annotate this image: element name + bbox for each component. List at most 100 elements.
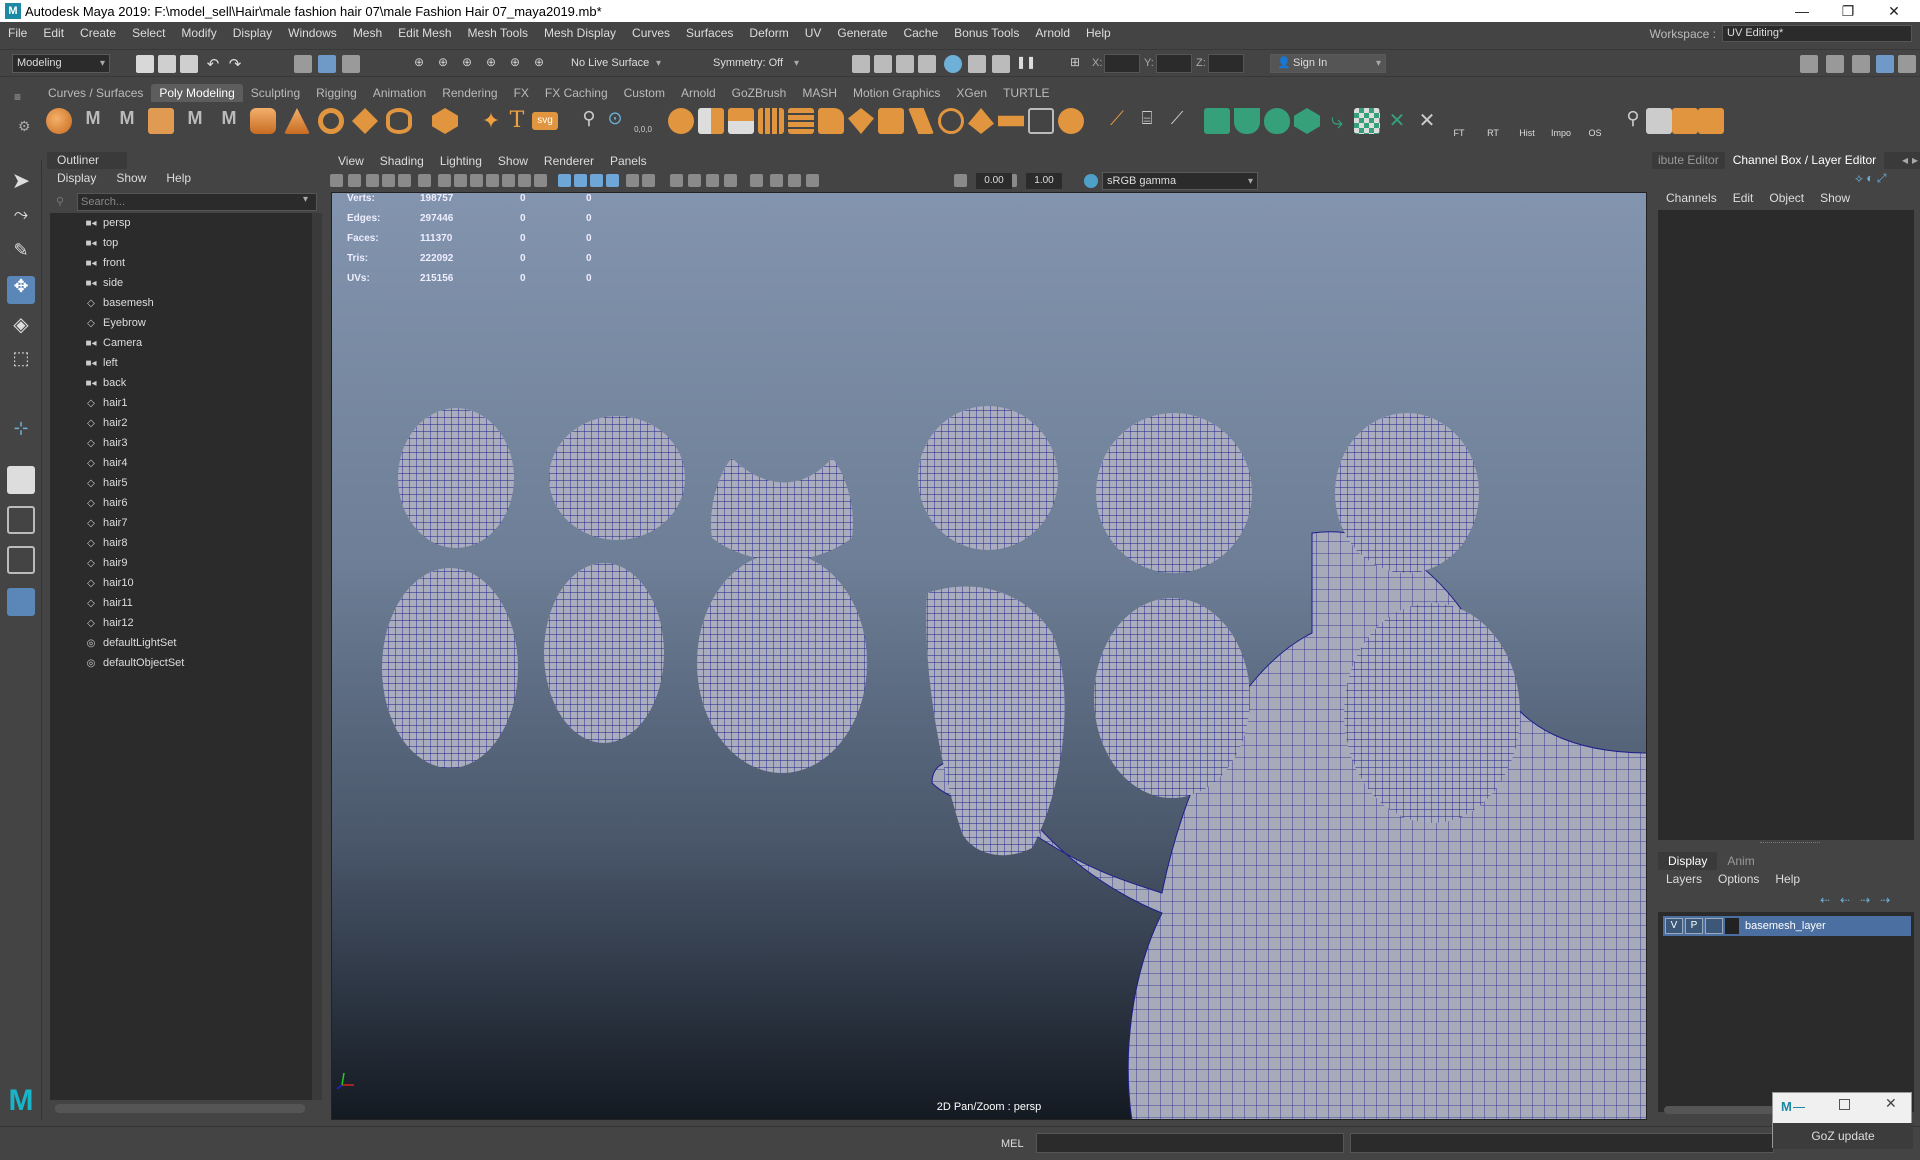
film-gate-icon[interactable] bbox=[454, 174, 467, 187]
snap-live-icon[interactable]: ⊕ bbox=[530, 55, 548, 73]
outliner-item-basemesh[interactable]: ◇ basemesh bbox=[84, 293, 154, 313]
shelf-tab-custom[interactable]: Custom bbox=[616, 84, 673, 102]
import-button[interactable]: Impo bbox=[1548, 108, 1574, 138]
outliner-item-defaultlightset[interactable]: ◎ defaultLightSet bbox=[84, 633, 177, 653]
separate-icon[interactable] bbox=[698, 108, 724, 134]
snap-grid-icon[interactable]: ⊕ bbox=[410, 55, 428, 73]
outliner-hscrollbar[interactable] bbox=[55, 1104, 305, 1113]
paint-select-icon[interactable]: ✎ bbox=[7, 240, 35, 268]
sign-in-button[interactable]: 👤 Sign In bbox=[1270, 54, 1386, 73]
reduce-icon[interactable] bbox=[788, 108, 814, 134]
rt-button[interactable]: RT bbox=[1480, 108, 1506, 138]
layer-action-icons[interactable]: ⇠⇠⇢⇢ bbox=[1820, 893, 1900, 907]
move-tool-icon[interactable]: ✥ bbox=[7, 276, 35, 304]
outliner-item-left[interactable]: ■◂ left bbox=[84, 353, 117, 373]
outliner-item-hair12[interactable]: ◇ hair12 bbox=[84, 613, 133, 633]
os-button[interactable]: OS bbox=[1582, 108, 1608, 138]
use-default-material-icon[interactable] bbox=[626, 174, 639, 187]
shelf-tab-fx[interactable]: FX bbox=[506, 84, 537, 102]
menu-modify[interactable]: Modify bbox=[173, 26, 224, 40]
mirror-icon[interactable] bbox=[818, 108, 844, 134]
tool-settings-icon[interactable] bbox=[1852, 55, 1870, 73]
layer-menu-layers[interactable]: Layers bbox=[1658, 870, 1710, 888]
shadows-icon[interactable] bbox=[670, 174, 683, 187]
x-field[interactable] bbox=[1104, 54, 1140, 73]
render-settings-icon[interactable] bbox=[918, 55, 936, 73]
uv-cylindrical-icon[interactable] bbox=[1234, 108, 1260, 134]
xray-joints-icon[interactable] bbox=[770, 174, 783, 187]
layer-name[interactable]: basemesh_layer bbox=[1745, 920, 1826, 932]
outliner-menu-help[interactable]: Help bbox=[156, 170, 201, 187]
backface-icon[interactable] bbox=[806, 174, 819, 187]
render-view-icon[interactable] bbox=[852, 55, 870, 73]
knife-icon[interactable]: ⟋ bbox=[1104, 108, 1130, 134]
target-weld-icon[interactable] bbox=[1058, 108, 1084, 134]
menu-bonus-tools[interactable]: Bonus Tools bbox=[946, 26, 1027, 40]
exposure-icon[interactable] bbox=[954, 174, 967, 187]
tab-channel-box[interactable]: Channel Box / Layer Editor bbox=[1724, 152, 1885, 169]
poly-disc-icon[interactable] bbox=[386, 108, 412, 134]
outliner-item-hair5[interactable]: ◇ hair5 bbox=[84, 473, 127, 493]
shelf-tab-xgen[interactable]: XGen bbox=[948, 84, 995, 102]
hair-4-top[interactable] bbox=[918, 406, 1058, 550]
anti-aliasing-icon[interactable] bbox=[724, 174, 737, 187]
outliner-menu-display[interactable]: Display bbox=[47, 170, 106, 187]
select-component-icon[interactable] bbox=[342, 55, 360, 73]
uv-planar-icon[interactable] bbox=[1204, 108, 1230, 134]
hair-4-back[interactable] bbox=[926, 586, 1065, 856]
shelf-tab-animation[interactable]: Animation bbox=[365, 84, 434, 102]
shelf-tool-icon-1[interactable]: ⚲ bbox=[1620, 108, 1646, 134]
uv-checker-icon[interactable] bbox=[1354, 108, 1380, 134]
shelf-tab-motion-graphics[interactable]: Motion Graphics bbox=[845, 84, 948, 102]
channel-box-menu-edit[interactable]: Edit bbox=[1725, 190, 1762, 207]
live-surface-field[interactable]: No Live Surface bbox=[566, 54, 666, 73]
menu-curves[interactable]: Curves bbox=[624, 26, 678, 40]
camera-attributes-icon[interactable] bbox=[348, 174, 361, 187]
menu-edit[interactable]: Edit bbox=[35, 26, 72, 40]
goz-close-icon[interactable]: ✕ bbox=[1885, 1095, 1897, 1112]
sidebar-toggle-icon[interactable] bbox=[1898, 55, 1916, 73]
mel-label[interactable]: MEL bbox=[1001, 1138, 1024, 1150]
super-shape-icon[interactable]: ✦ bbox=[478, 108, 504, 134]
menu-edit-mesh[interactable]: Edit Mesh bbox=[390, 26, 459, 40]
shelf-tool-icon-2[interactable] bbox=[1646, 108, 1672, 134]
poly-plane-icon[interactable] bbox=[352, 108, 378, 134]
open-scene-icon[interactable] bbox=[158, 55, 176, 73]
safe-title-icon[interactable] bbox=[534, 174, 547, 187]
extract-icon[interactable] bbox=[728, 108, 754, 134]
smooth-icon[interactable] bbox=[758, 108, 784, 134]
menu-display[interactable]: Display bbox=[225, 26, 280, 40]
hair-6-back[interactable] bbox=[1344, 603, 1520, 823]
shelf-tab-poly-modeling[interactable]: Poly Modeling bbox=[151, 84, 243, 102]
y-field[interactable] bbox=[1156, 54, 1192, 73]
minimize-icon[interactable]: — bbox=[1780, 0, 1824, 22]
viewport-menu-renderer[interactable]: Renderer bbox=[536, 153, 602, 170]
render-frame-icon[interactable] bbox=[874, 55, 892, 73]
select-camera-icon[interactable] bbox=[330, 174, 343, 187]
poly-cube-icon[interactable] bbox=[148, 108, 174, 134]
field-chart-icon[interactable] bbox=[502, 174, 515, 187]
menu-cache[interactable]: Cache bbox=[895, 26, 946, 40]
history-button[interactable]: Hist bbox=[1514, 108, 1540, 138]
outliner-item-top[interactable]: ■◂ top bbox=[84, 233, 118, 253]
pause-viewport-icon[interactable]: ❚❚ bbox=[1016, 55, 1036, 73]
shelf-tab-rendering[interactable]: Rendering bbox=[434, 84, 505, 102]
goz-update-button[interactable]: GoZ update bbox=[1773, 1123, 1913, 1149]
outliner-item-eyebrow[interactable]: ◇ Eyebrow bbox=[84, 313, 146, 333]
uv-cut-icon[interactable]: ✕ bbox=[1384, 108, 1410, 134]
shelf-tab-sculpting[interactable]: Sculpting bbox=[243, 84, 308, 102]
outliner-item-hair4[interactable]: ◇ hair4 bbox=[84, 453, 127, 473]
outliner-item-hair2[interactable]: ◇ hair2 bbox=[84, 413, 127, 433]
select-by-name-icon[interactable]: ⊙ bbox=[602, 108, 628, 134]
lasso-tool-icon[interactable]: ⤳ bbox=[7, 204, 35, 232]
workspace-dropdown[interactable]: UV Editing* bbox=[1722, 25, 1912, 42]
hair-3-back[interactable] bbox=[697, 553, 867, 773]
layer-color-swatch[interactable] bbox=[1725, 918, 1739, 934]
hair-6-top[interactable] bbox=[1335, 413, 1479, 573]
restore-icon[interactable]: ❐ bbox=[1826, 0, 1870, 22]
snap-point-icon[interactable]: ⊕ bbox=[458, 55, 476, 73]
menu-mesh[interactable]: Mesh bbox=[345, 26, 390, 40]
modeling-toolkit-icon[interactable] bbox=[1800, 55, 1818, 73]
shelf-tab-fx-caching[interactable]: FX Caching bbox=[537, 84, 616, 102]
snap-curve-icon[interactable]: ⊕ bbox=[434, 55, 452, 73]
